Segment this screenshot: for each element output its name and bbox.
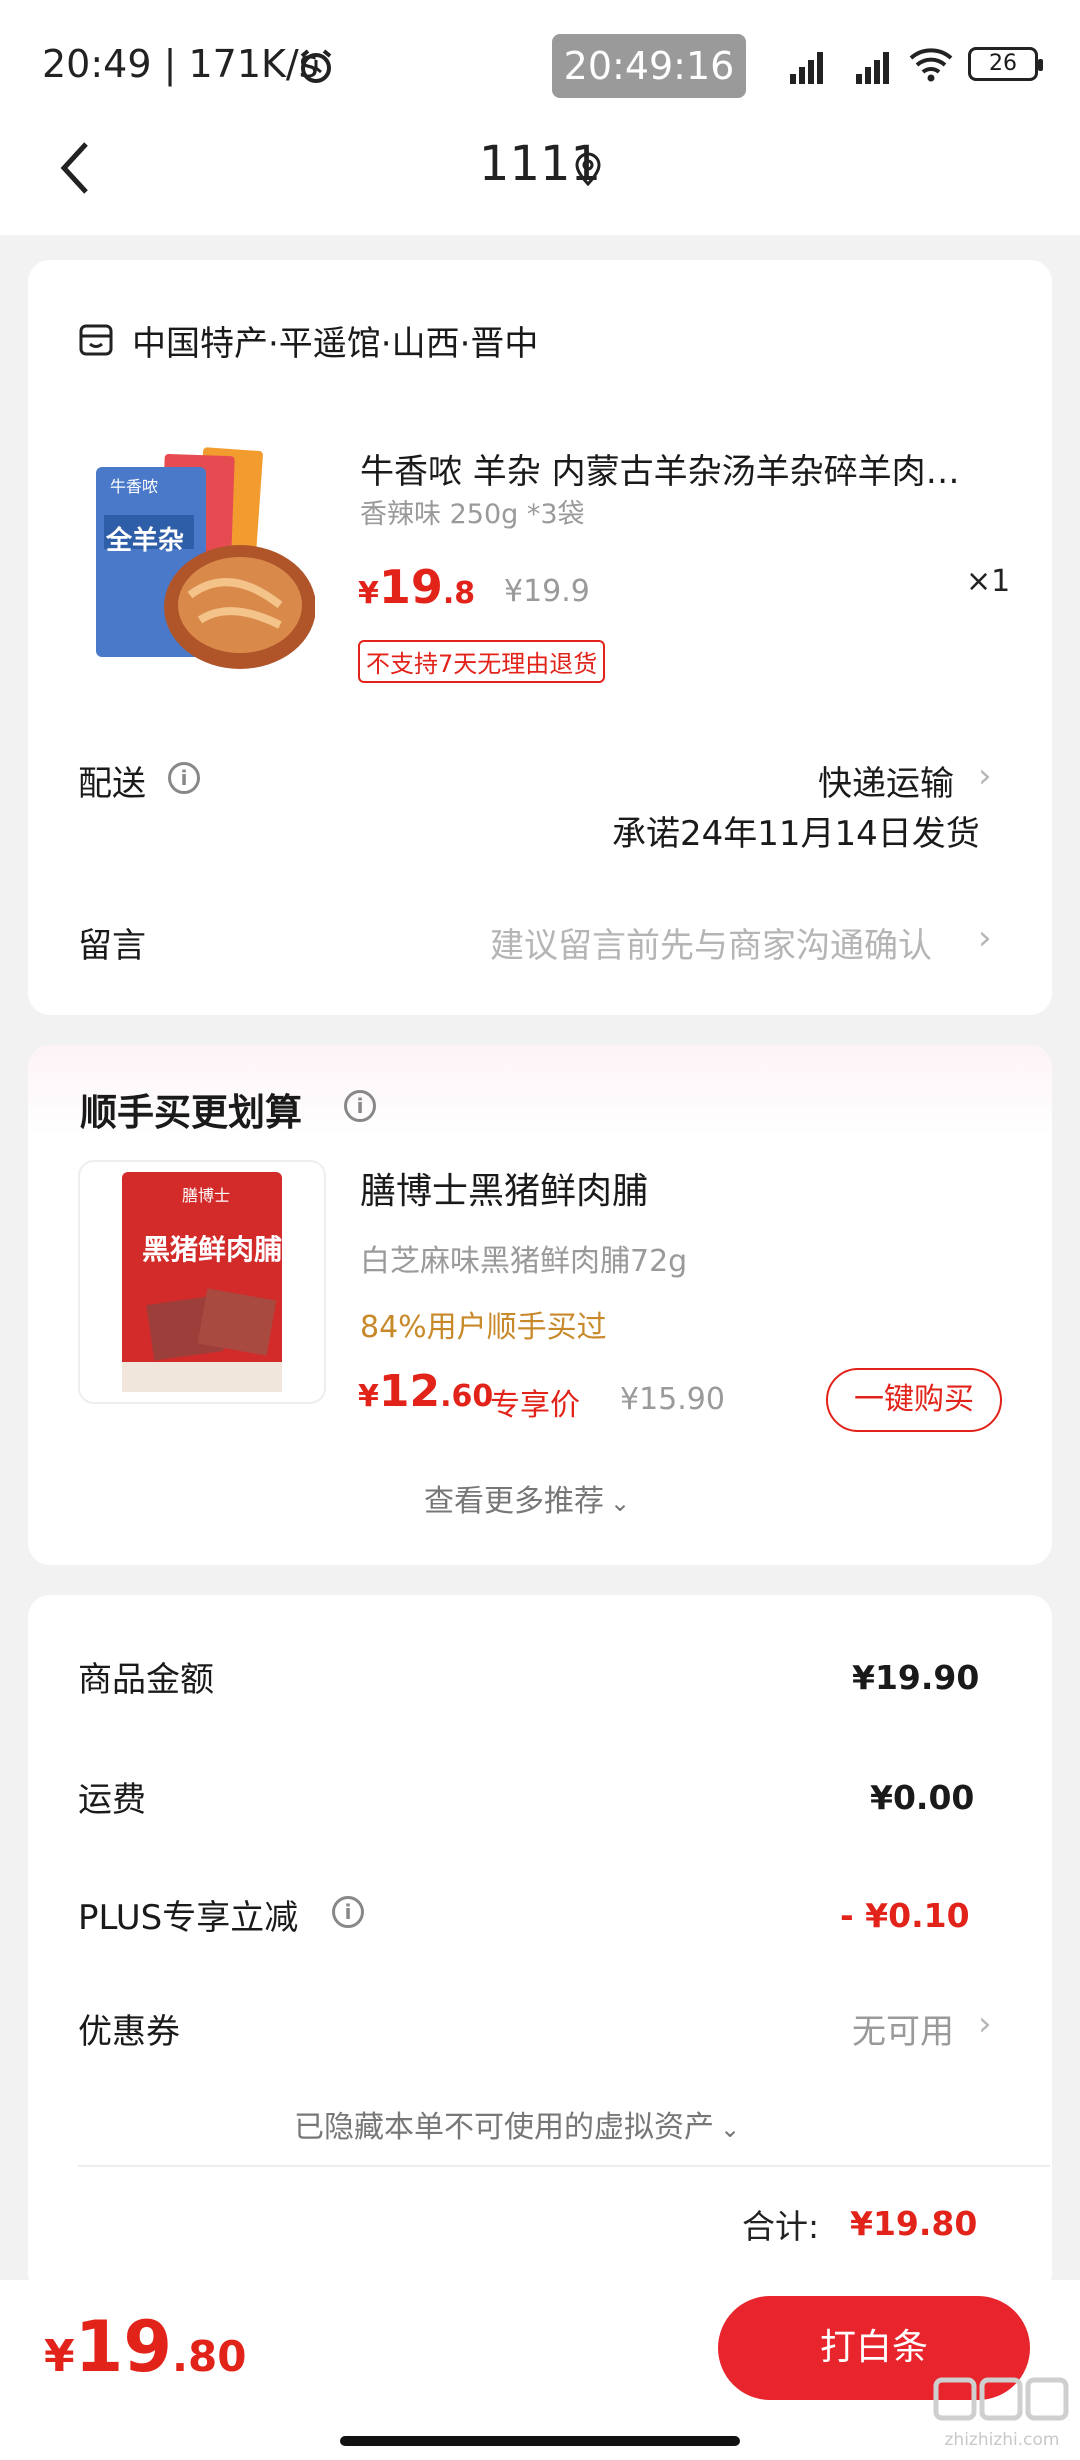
status-clock-speed: 20:49 | 171K/s <box>42 42 319 86</box>
chevron-down-icon: ⌄ <box>610 1489 631 1517</box>
recommend-product-spec: 白芝麻味黑猪鲜肉脯72g <box>360 1244 688 1279</box>
recommend-image-brand: 膳博士 <box>182 1186 231 1205</box>
chevron-right-icon[interactable]: › <box>978 756 992 796</box>
shipping-label: 运费 <box>78 1780 146 1820</box>
total-label: 合计: <box>742 2207 820 2246</box>
currency-symbol: ¥ <box>358 1379 379 1414</box>
battery-icon: 26 <box>968 47 1043 81</box>
goods-amount-value: ¥19.90 <box>852 1658 980 1697</box>
store-icon <box>78 322 114 358</box>
info-icon[interactable]: i <box>344 1090 376 1122</box>
plus-discount-value: - ¥0.10 <box>840 1896 970 1935</box>
product-price: ¥19.8 <box>358 560 475 614</box>
hidden-assets-link[interactable]: 已隐藏本单不可使用的虚拟资产 ⌄ <box>294 2102 740 2146</box>
more-recommend-label: 查看更多推荐 <box>424 1484 604 1519</box>
store-name[interactable]: 中国特产·平遥馆·山西·晋中 <box>132 316 538 365</box>
screen-record-time: 20:49:16 <box>552 34 746 98</box>
signal-icon <box>776 44 828 84</box>
coupon-label: 优惠券 <box>78 2012 180 2052</box>
delivery-method[interactable]: 快递运输 <box>818 756 954 805</box>
one-click-buy-button[interactable]: 一键购买 <box>826 1368 1002 1432</box>
wifi-icon <box>909 48 953 82</box>
signal-icon <box>842 44 894 84</box>
bottom-total-price: ¥19.80 <box>44 2306 246 2388</box>
coupon-value[interactable]: 无可用 <box>852 2004 954 2053</box>
product-quantity: ×1 <box>966 564 1011 599</box>
alarm-icon <box>296 46 336 86</box>
recommend-bought-text: 84%用户顺手买过 <box>360 1310 607 1345</box>
recommend-section-title: 顺手买更划算 <box>80 1091 302 1134</box>
return-policy-tag: 不支持7天无理由退货 <box>358 640 606 683</box>
delivery-promise: 承诺24年11月14日发货 <box>612 814 980 854</box>
location-pin-icon[interactable] <box>574 152 602 187</box>
recommend-original-price: ¥15.90 <box>620 1382 725 1417</box>
original-price: ¥19.9 <box>504 574 590 609</box>
message-label: 留言 <box>78 926 146 966</box>
recommend-product-title[interactable]: 膳博士黑猪鲜肉脯 <box>360 1162 648 1214</box>
currency-symbol: ¥ <box>44 2331 75 2382</box>
chevron-right-icon[interactable]: › <box>978 2004 992 2044</box>
price-integer: 19 <box>74 2306 173 2388</box>
watermark-logo: zhizhizhi.com <box>932 2374 1072 2454</box>
shipping-value: ¥0.00 <box>870 1778 975 1817</box>
hidden-assets-label: 已隐藏本单不可使用的虚拟资产 <box>294 2110 714 2145</box>
price-integer: 19 <box>378 560 443 614</box>
currency-symbol: ¥ <box>358 576 379 611</box>
divider <box>78 2165 1050 2167</box>
total-value: ¥19.80 <box>850 2204 978 2243</box>
product-title[interactable]: 牛香哝 羊杂 内蒙古羊杂汤羊杂碎羊肉… <box>360 444 1010 493</box>
price-integer: 12 <box>378 1366 441 1417</box>
product-image-brand: 牛香哝 <box>110 477 159 496</box>
watermark-text: zhizhizhi.com <box>944 2430 1060 2450</box>
info-icon[interactable]: i <box>168 762 200 794</box>
price-decimal: .8 <box>442 576 476 611</box>
message-input[interactable]: 建议留言前先与商家沟通确认 <box>490 918 932 967</box>
chevron-down-icon: ⌄ <box>720 2115 741 2143</box>
price-decimal: .60 <box>440 1379 494 1414</box>
more-recommend-link[interactable]: 查看更多推荐 ⌄ <box>424 1476 630 1520</box>
recommend-price: ¥12.60 <box>358 1366 493 1417</box>
home-indicator[interactable] <box>340 2436 740 2446</box>
recommend-image-name: 黑猪鲜肉脯 <box>142 1233 283 1266</box>
goods-amount-label: 商品金额 <box>78 1660 214 1700</box>
exclusive-price-label: 专享价 <box>490 1388 580 1423</box>
product-spec[interactable]: 香辣味 250g *3袋 <box>360 492 585 531</box>
delivery-label: 配送 <box>78 764 146 804</box>
plus-discount-label: PLUS专享立减 <box>78 1898 299 1938</box>
product-image-name: 全羊杂 <box>106 526 185 556</box>
chevron-right-icon[interactable]: › <box>978 918 992 958</box>
info-icon[interactable]: i <box>332 1896 364 1928</box>
status-icons: 26 <box>776 44 1043 84</box>
page-title[interactable]: 1111 <box>0 136 1080 192</box>
price-decimal: .80 <box>172 2332 247 2381</box>
